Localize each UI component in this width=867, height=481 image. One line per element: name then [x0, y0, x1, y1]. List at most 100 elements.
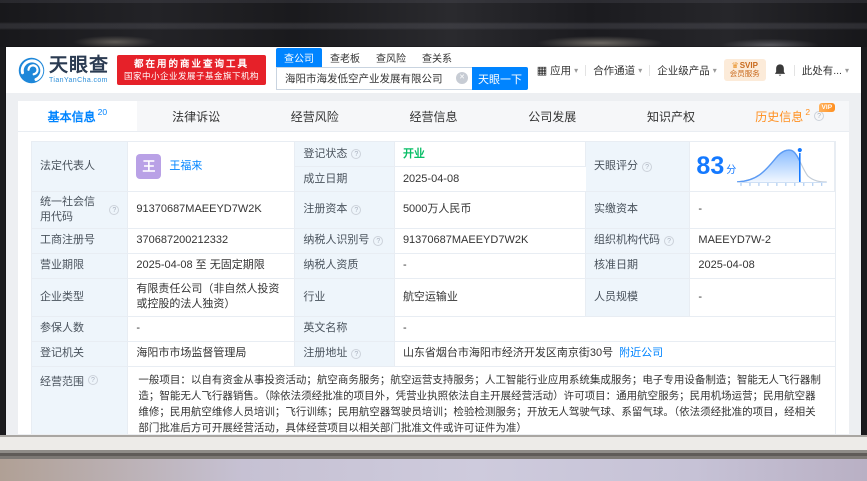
- taxpayer-qualification-value: -: [395, 254, 586, 279]
- business-scope-label: 经营范围: [32, 367, 128, 434]
- tab-history-info-count: 2: [805, 107, 810, 117]
- tab-legal-litigation-label: 法律诉讼: [172, 108, 220, 125]
- info-icon[interactable]: [351, 349, 361, 359]
- search-tab-boss[interactable]: 查老板: [322, 48, 368, 67]
- tab-basic-info-label: 基本信息: [48, 108, 96, 125]
- legal-rep-name-link[interactable]: 王福来: [169, 159, 202, 174]
- company-type-value: 有限责任公司（非自然人投资或控股的法人独资）: [128, 279, 295, 317]
- score-value: 83 分: [690, 142, 835, 192]
- english-name-label: 英文名称: [295, 317, 395, 342]
- registered-capital-value: 5000万人民币: [395, 192, 586, 229]
- tab-history-info[interactable]: 历史信息 2 VIP: [730, 101, 849, 131]
- search-tab-risk[interactable]: 查风险: [368, 48, 414, 67]
- nav-cooperation[interactable]: 合作通道: [593, 63, 642, 78]
- registration-authority-label: 登记机关: [32, 342, 128, 367]
- table-row: 参保人数 - 英文名称 -: [32, 317, 835, 342]
- browser-page: 天眼查 TianYanCha.com 都在用的商业查询工具 国家中小企业发展子基…: [6, 47, 861, 435]
- svip-membership-badge[interactable]: SVIP 会员服务: [724, 59, 766, 81]
- info-icon[interactable]: [351, 149, 361, 159]
- legal-rep-label: 法定代表人: [32, 142, 128, 192]
- paid-in-capital-label: 实缴资本: [586, 192, 690, 229]
- tianyancha-logo[interactable]: 天眼查 TianYanCha.com: [18, 56, 109, 84]
- notification-bell-icon[interactable]: [773, 63, 787, 78]
- search-area: 查公司 查老板 查风险 查关系 天眼一下: [276, 50, 528, 90]
- legal-rep-value: 王 王福来: [128, 142, 295, 192]
- insured-count-value: -: [128, 317, 295, 342]
- info-icon[interactable]: [88, 375, 98, 385]
- info-icon[interactable]: [373, 236, 383, 246]
- company-detail-card: 基本信息 20 法律诉讼 经营风险 经营信息 公司发展 知识产权: [18, 101, 849, 434]
- tab-intellectual-property[interactable]: 知识产权: [612, 101, 731, 131]
- english-name-value: -: [395, 317, 835, 342]
- tab-history-info-label: 历史信息: [755, 108, 803, 125]
- info-icon[interactable]: [664, 236, 674, 246]
- tab-business-info[interactable]: 经营信息: [374, 101, 493, 131]
- registered-address-label: 注册地址: [295, 342, 395, 367]
- registered-capital-label: 注册资本: [295, 192, 395, 229]
- score-distribution-chart: [736, 146, 828, 188]
- registered-address-value: 山东省烟台市海阳市经济开发区南京街30号 附近公司: [395, 342, 835, 367]
- score-label: 天眼评分: [586, 142, 690, 192]
- logo-title: 天眼查: [49, 56, 109, 75]
- table-row: 工商注册号 370687200212332 纳税人识别号 91370687MAE…: [32, 229, 835, 254]
- logo-domain: TianYanCha.com: [49, 77, 109, 84]
- tab-intellectual-property-label: 知识产权: [647, 108, 695, 125]
- taxpayer-qualification-label: 纳税人资质: [295, 254, 395, 279]
- business-reg-no-value: 370687200212332: [128, 229, 295, 254]
- table-row: 统一社会信用代码 91370687MAEEYD7W2K 注册资本 5000万人民…: [32, 192, 835, 229]
- business-term-label: 营业期限: [32, 254, 128, 279]
- table-row: 企业类型 有限责任公司（非自然人投资或控股的法人独资） 行业 航空运输业 人员规…: [32, 279, 835, 317]
- tab-operating-risk-label: 经营风险: [291, 108, 339, 125]
- nav-more-menu[interactable]: 此处有...: [802, 63, 849, 78]
- registration-authority-value: 海阳市市场监督管理局: [128, 342, 295, 367]
- detail-tabs: 基本信息 20 法律诉讼 经营风险 经营信息 公司发展 知识产权: [18, 101, 849, 132]
- tianyancha-logo-icon: [18, 57, 45, 84]
- nav-apps[interactable]: 应用: [537, 63, 578, 78]
- approval-date-value: 2025-04-08: [690, 254, 835, 279]
- header-nav: 应用 合作通道 企业级产品 SVIP 会员服务 此处有...: [537, 59, 849, 81]
- search-tab-company[interactable]: 查公司: [276, 48, 322, 67]
- info-icon[interactable]: [642, 162, 652, 172]
- credit-code-label: 统一社会信用代码: [32, 192, 128, 229]
- site-header: 天眼查 TianYanCha.com 都在用的商业查询工具 国家中小企业发展子基…: [6, 47, 861, 93]
- promo-line-1: 都在用的商业查询工具: [124, 59, 259, 71]
- paid-in-capital-value: -: [690, 192, 835, 229]
- avatar[interactable]: 王: [136, 154, 161, 179]
- nav-enterprise-products[interactable]: 企业级产品: [657, 63, 717, 78]
- insured-count-label: 参保人数: [32, 317, 128, 342]
- tab-business-info-label: 经营信息: [410, 108, 458, 125]
- tab-basic-info[interactable]: 基本信息 20: [18, 101, 137, 131]
- org-code-value: MAEEYD7W-2: [690, 229, 835, 254]
- industry-label: 行业: [295, 279, 395, 317]
- tab-operating-risk[interactable]: 经营风险: [255, 101, 374, 131]
- info-icon[interactable]: [109, 205, 119, 215]
- taxpayer-id-label: 纳税人识别号: [295, 229, 395, 254]
- business-scope-value: 一般项目：以自有资金从事投资活动；航空商务服务；航空运营支持服务；人工智能行业应…: [128, 367, 835, 434]
- tab-legal-litigation[interactable]: 法律诉讼: [137, 101, 256, 131]
- org-code-label: 组织机构代码: [586, 229, 690, 254]
- divider: [794, 65, 795, 76]
- search-tab-relation[interactable]: 查关系: [414, 48, 460, 67]
- reg-status-value: 开业: [395, 142, 586, 167]
- info-icon[interactable]: [351, 205, 361, 215]
- search-button[interactable]: 天眼一下: [472, 67, 528, 90]
- promo-banner: 都在用的商业查询工具 国家中小企业发展子基金旗下机构: [117, 55, 266, 86]
- established-date-value: 2025-04-08: [395, 167, 586, 192]
- info-icon[interactable]: [814, 111, 824, 121]
- search-tabs: 查公司 查老板 查风险 查关系: [276, 50, 528, 67]
- desk-surface: [0, 459, 867, 481]
- tab-company-development[interactable]: 公司发展: [493, 101, 612, 131]
- score-number: 83: [696, 154, 724, 179]
- divider: [585, 65, 586, 76]
- credit-code-value: 91370687MAEEYD7W2K: [128, 192, 295, 229]
- promo-line-2: 国家中小企业发展子基金旗下机构: [124, 71, 259, 82]
- approval-date-label: 核准日期: [586, 254, 690, 279]
- nearby-companies-link[interactable]: 附近公司: [619, 346, 663, 361]
- search-input[interactable]: [276, 67, 472, 90]
- business-reg-no-label: 工商注册号: [32, 229, 128, 254]
- background-ceiling-photo: [0, 0, 867, 47]
- reg-status-label: 登记状态: [295, 142, 395, 167]
- table-row: 经营范围 一般项目：以自有资金从事投资活动；航空商务服务；航空运营支持服务；人工…: [32, 367, 835, 434]
- company-type-label: 企业类型: [32, 279, 128, 317]
- score-unit: 分: [726, 164, 736, 178]
